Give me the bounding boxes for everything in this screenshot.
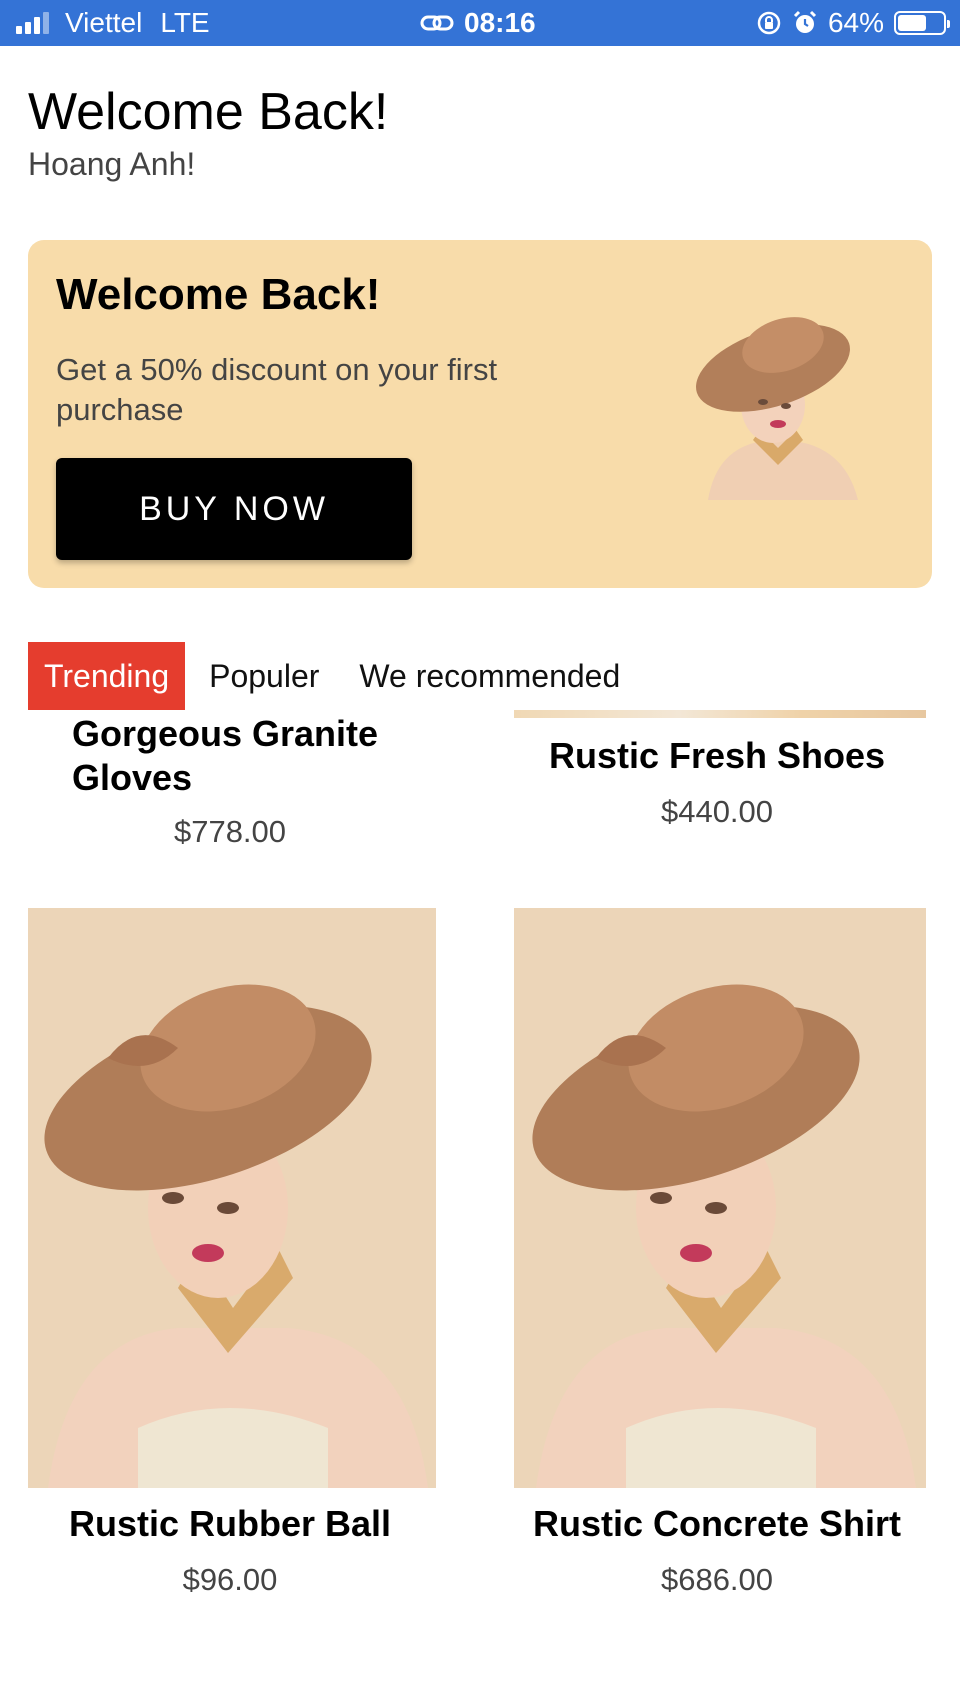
product-price: $440.00 <box>660 794 774 829</box>
banner-text: Get a 50% discount on your first purchas… <box>56 352 498 427</box>
signal-icon <box>16 12 49 34</box>
username-label: Hoang Anh! <box>28 146 196 182</box>
promo-banner: Welcome Back! Get a 50% discount on your… <box>28 240 932 588</box>
battery-percent: 64% <box>827 7 884 38</box>
product-image[interactable] <box>514 710 926 718</box>
battery-icon <box>894 11 950 35</box>
buy-now-button[interactable]: BUY NOW <box>56 458 412 560</box>
alarm-icon <box>793 10 817 33</box>
network-label: LTE <box>160 7 210 38</box>
product-name[interactable]: Rustic Concrete Shirt <box>514 1502 920 1546</box>
product-price: $778.00 <box>173 814 287 849</box>
product-price: $96.00 <box>182 1562 278 1597</box>
tab-we-recommended[interactable]: We recommended <box>343 642 636 710</box>
product-name[interactable]: Rustic Rubber Ball <box>28 1502 432 1546</box>
model-photo <box>28 908 436 1488</box>
product-name[interactable]: Gorgeous Granite Gloves <box>72 712 412 800</box>
link-icon <box>420 15 454 31</box>
status-bar: Viettel LTE 08:16 64% <box>0 0 960 46</box>
tab-trending[interactable]: Trending <box>28 642 186 710</box>
carrier-label: Viettel <box>65 7 143 38</box>
product-image[interactable] <box>28 908 436 1488</box>
tab-populer[interactable]: Populer <box>193 642 335 710</box>
banner-model-image <box>696 317 858 500</box>
product-name[interactable]: Rustic Fresh Shoes <box>514 734 920 778</box>
clock-time: 08:16 <box>464 7 536 38</box>
banner-title: Welcome Back! <box>56 270 381 319</box>
product-price: $686.00 <box>660 1562 774 1597</box>
product-image[interactable] <box>514 908 926 1488</box>
category-tabs: Trending Populer We recommended <box>28 642 636 710</box>
model-photo <box>516 908 924 1488</box>
page-title: Welcome Back! <box>28 83 389 141</box>
rotation-lock-icon <box>757 11 781 35</box>
